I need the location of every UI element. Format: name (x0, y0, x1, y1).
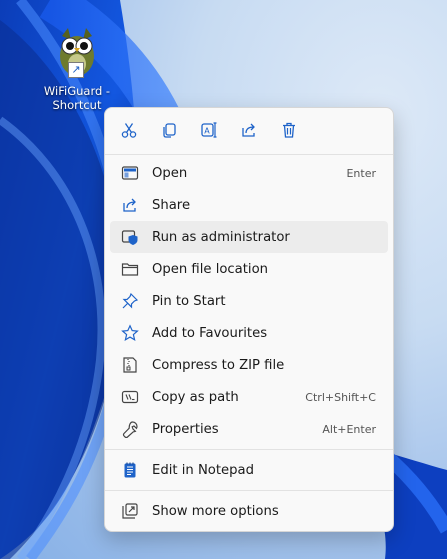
menu-item-label: Open file location (152, 261, 269, 277)
menu-item-label: Share (152, 197, 191, 213)
rename-button[interactable]: A (195, 116, 223, 144)
wrench-icon (122, 421, 138, 438)
menu-separator (105, 490, 393, 491)
shortcut-hint: Alt+Enter (322, 422, 376, 436)
shortcut-hint: Ctrl+Shift+C (305, 390, 376, 404)
star-icon (121, 324, 139, 342)
menu-item-edit-in-notepad[interactable]: Edit in Notepad (110, 454, 388, 486)
menu-item-label: Open (152, 165, 188, 181)
owl-app-icon: ↗ (56, 26, 98, 78)
menu-item-copy-as-path[interactable]: Copy as path Ctrl+Shift+C (110, 381, 388, 413)
menu-item-label: Edit in Notepad (152, 462, 254, 478)
menu-item-pin-to-start[interactable]: Pin to Start (110, 285, 388, 317)
zip-icon (123, 357, 137, 373)
menu-item-label: Copy as path (152, 389, 239, 405)
menu-item-label: Compress to ZIP file (152, 357, 285, 373)
menu-item-label: Pin to Start (152, 293, 226, 309)
open-icon (121, 166, 139, 180)
shortcut-label-line2: Shortcut (52, 98, 102, 112)
menu-item-run-as-administrator[interactable]: Run as administrator (110, 221, 388, 253)
menu-item-label: Add to Favourites (152, 325, 268, 341)
svg-text:A: A (204, 127, 210, 136)
scissors-icon (121, 123, 137, 138)
cut-button[interactable] (115, 116, 143, 144)
context-menu: A Open Enter Share Run as administrator … (104, 107, 394, 532)
pin-icon (122, 292, 139, 309)
menu-item-compress-to-zip[interactable]: Compress to ZIP file (110, 349, 388, 381)
shield-icon (121, 230, 138, 245)
desktop-shortcut-wifiguard[interactable]: ↗ WiFiGuard - Shortcut (40, 26, 114, 112)
menu-item-open-file-location[interactable]: Open file location (110, 253, 388, 285)
copy-icon (163, 123, 176, 138)
notepad-icon (124, 462, 136, 478)
menu-item-label: Run as administrator (152, 229, 290, 245)
more-options-icon (122, 503, 138, 519)
rename-icon: A (201, 122, 217, 138)
menu-item-add-to-favourites[interactable]: Add to Favourites (110, 317, 388, 349)
menu-item-show-more-options[interactable]: Show more options (110, 495, 388, 527)
share-button[interactable] (235, 116, 263, 144)
shortcut-hint: Enter (346, 166, 376, 180)
shortcut-label-line1: WiFiGuard - (43, 84, 111, 98)
delete-button[interactable] (275, 116, 303, 144)
path-icon (121, 390, 139, 404)
shortcut-arrow-icon: ↗ (68, 62, 84, 78)
folder-icon (121, 263, 139, 276)
menu-item-properties[interactable]: Properties Alt+Enter (110, 413, 388, 445)
copy-button[interactable] (155, 116, 183, 144)
menu-separator (105, 449, 393, 450)
menu-separator (105, 154, 393, 155)
trash-icon (283, 122, 295, 138)
menu-item-label: Properties (152, 421, 219, 437)
menu-item-label: Show more options (152, 503, 279, 519)
context-menu-toolbar: A (105, 108, 393, 152)
menu-item-share[interactable]: Share (110, 189, 388, 221)
menu-item-open[interactable]: Open Enter (110, 157, 388, 189)
share-icon (242, 123, 255, 137)
share-icon (123, 198, 136, 212)
